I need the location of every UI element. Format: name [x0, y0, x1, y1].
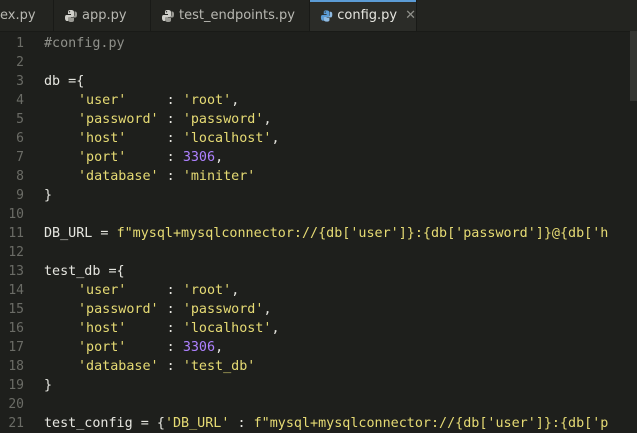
dict-key: 'user' — [78, 93, 127, 108]
code-line: #config.py — [44, 34, 125, 53]
line-number: 7 — [16, 150, 24, 165]
code-editor[interactable]: 1 2 3 4 5 6 7 8 9 10 11 12 13 14 15 16 1… — [0, 31, 637, 431]
code-line: 'database' : 'miniter' — [78, 167, 255, 186]
tab-test-endpoints-py[interactable]: test_endpoints.py — [151, 0, 310, 31]
line-number: 19 — [8, 378, 24, 393]
tab-bar: ex.py app.py test_endpoints.py config.py… — [0, 0, 637, 32]
code-line: 'port' : 3306, — [78, 340, 224, 355]
python-icon — [65, 9, 77, 22]
code-line: 'password' : 'password', — [78, 112, 272, 127]
code-line: test_config = {'DB_URL' : f"mysql+mysqlc… — [44, 414, 608, 430]
line-number: 1 — [16, 36, 24, 51]
code-line: } — [44, 376, 52, 395]
code-line: DB_URL = f"mysql+mysqlconnector://{db['u… — [44, 224, 608, 243]
dict-key: 'user' — [78, 283, 127, 298]
separator: : — [126, 150, 183, 165]
line-number: 3 — [16, 74, 24, 89]
dict-value: 'password' — [182, 302, 264, 317]
code-text: DB_URL = — [44, 226, 117, 241]
dict-key: 'database' — [78, 359, 159, 374]
dict-value: 3306 — [182, 340, 216, 355]
dict-key: 'password' — [78, 112, 159, 127]
python-icon — [162, 9, 174, 22]
code-line: 'host' : 'localhost', — [78, 321, 280, 336]
code-text: test_db ={ — [44, 264, 125, 279]
separator: : — [229, 416, 254, 430]
separator: : — [126, 283, 183, 298]
f-string: f"mysql+mysqlconnector://{db['user']}:{d… — [253, 416, 609, 430]
separator: : — [158, 169, 183, 184]
dict-value: 'miniter' — [182, 169, 256, 184]
line-number: 12 — [8, 245, 24, 260]
dict-key: 'DB_URL' — [164, 416, 230, 430]
dict-value: 'root' — [182, 283, 232, 298]
dict-key: 'host' — [78, 321, 127, 336]
minimap[interactable] — [630, 31, 637, 101]
line-number: 13 — [8, 264, 24, 279]
dict-value: 3306 — [182, 150, 216, 165]
tab-label: ex.py — [0, 8, 36, 23]
dict-key: 'password' — [78, 302, 159, 317]
code-area[interactable]: #config.py db ={ 'user' : 'root', 'passw… — [44, 31, 637, 430]
line-number: 15 — [8, 302, 24, 317]
line-number: 8 — [16, 169, 24, 184]
dict-key: 'port' — [78, 150, 127, 165]
tab-label: test_endpoints.py — [179, 8, 295, 23]
separator: : — [126, 340, 183, 355]
tab-label: app.py — [82, 8, 127, 23]
code-line: 'port' : 3306, — [78, 150, 224, 165]
line-number: 2 — [16, 55, 24, 70]
dict-value: 'root' — [182, 93, 232, 108]
tab-app-py[interactable]: app.py — [54, 0, 151, 31]
code-line: 'password' : 'password', — [78, 302, 272, 317]
tab-config-py[interactable]: config.py ✕ — [310, 0, 417, 31]
line-number: 10 — [8, 207, 24, 222]
line-number: 4 — [16, 93, 24, 108]
dict-key: 'host' — [78, 131, 127, 146]
tab-ex-py[interactable]: ex.py — [0, 0, 54, 31]
separator: : — [158, 359, 183, 374]
separator: : — [158, 302, 183, 317]
line-number: 6 — [16, 131, 24, 146]
f-string: f"mysql+mysqlconnector://{db['user']}:{d… — [116, 226, 609, 241]
dict-key: 'database' — [78, 169, 159, 184]
close-icon[interactable]: ✕ — [405, 8, 416, 23]
code-line: 'user' : 'root', — [78, 93, 240, 108]
code-line: 'database' : 'test_db' — [78, 357, 255, 376]
dict-value: 'test_db' — [182, 359, 256, 374]
comment: #config.py — [44, 36, 125, 51]
line-number: 21 — [8, 416, 24, 431]
separator: : — [126, 321, 183, 336]
separator: : — [158, 112, 183, 127]
code-text: } — [44, 188, 53, 203]
separator: : — [126, 131, 183, 146]
code-line: test_db ={ — [44, 262, 125, 281]
dict-key: 'port' — [78, 340, 127, 355]
line-number: 5 — [16, 112, 24, 127]
dict-value: 'localhost' — [182, 321, 272, 336]
code-text: } — [44, 378, 53, 393]
code-text: test_config = { — [44, 416, 165, 430]
code-text: db ={ — [44, 74, 85, 89]
line-number: 18 — [8, 359, 24, 374]
code-line: 'user' : 'root', — [78, 283, 240, 298]
separator: : — [126, 93, 183, 108]
code-line: db ={ — [44, 72, 84, 91]
line-number-gutter: 1 2 3 4 5 6 7 8 9 10 11 12 13 14 15 16 1… — [0, 31, 30, 431]
python-icon — [320, 9, 333, 22]
dict-value: 'localhost' — [182, 131, 272, 146]
line-number: 14 — [8, 283, 24, 298]
tab-label: config.py — [337, 8, 398, 23]
code-line: } — [44, 186, 52, 205]
line-number: 9 — [16, 188, 24, 203]
line-number: 11 — [8, 226, 24, 241]
line-number: 16 — [8, 321, 24, 336]
code-line: 'host' : 'localhost', — [78, 131, 280, 146]
line-number: 17 — [8, 340, 24, 355]
dict-value: 'password' — [182, 112, 264, 127]
line-number: 20 — [8, 397, 24, 412]
